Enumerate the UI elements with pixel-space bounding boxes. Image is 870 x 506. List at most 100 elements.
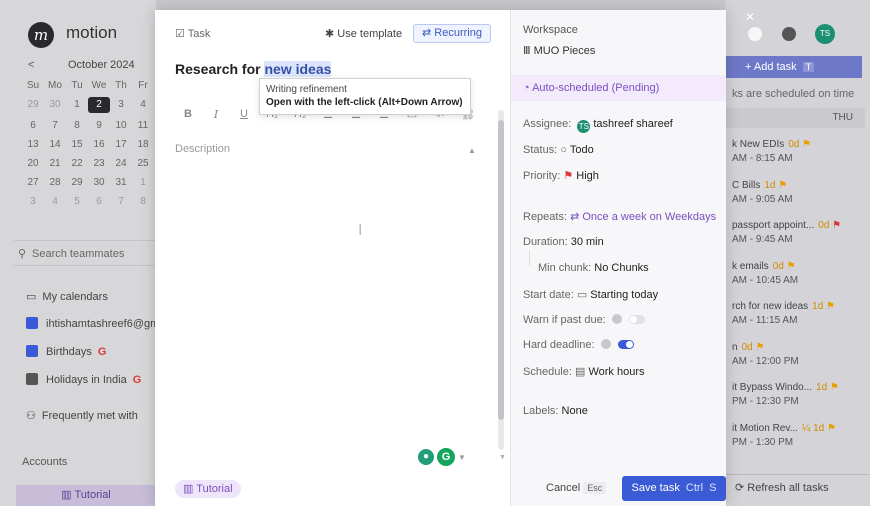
calendar-day[interactable]: 11: [132, 120, 154, 132]
assignee-field[interactable]: Assignee: TS tashreef shareef: [523, 118, 673, 133]
calendar-prev-button[interactable]: <: [28, 59, 34, 71]
calendar-day[interactable]: 4: [44, 196, 66, 208]
user-avatar[interactable]: TS: [815, 24, 835, 44]
calendar-day[interactable]: 7: [110, 196, 132, 208]
accounts-label[interactable]: Accounts: [22, 456, 67, 468]
search-teammates[interactable]: ⚲ Search teammates: [14, 240, 156, 266]
chevron-down-icon[interactable]: ▼: [458, 453, 466, 462]
indent-line: [529, 250, 530, 266]
calendar-day[interactable]: 23: [88, 158, 110, 170]
calendar-day[interactable]: 5: [66, 196, 88, 208]
gear-icon[interactable]: [748, 27, 762, 41]
start-date-field[interactable]: Start date: ▭ Starting today: [523, 288, 658, 301]
calendar-day[interactable]: 10: [110, 120, 132, 132]
calendar-day[interactable]: 14: [44, 139, 66, 151]
grammarly-widget[interactable]: ● G ▼: [418, 448, 466, 466]
status-field[interactable]: Status: ○ Todo: [523, 144, 594, 156]
calendar-day[interactable]: 1: [132, 177, 154, 189]
use-template-button[interactable]: ✱ Use template: [325, 27, 402, 40]
refresh-tasks-button[interactable]: ⟳ Refresh all tasks: [725, 474, 870, 500]
help-icon[interactable]: [600, 339, 611, 349]
calendar-day[interactable]: 30: [44, 99, 66, 111]
calendar-day[interactable]: 29: [66, 177, 88, 189]
calendar-day[interactable]: 9: [88, 120, 110, 132]
bold-icon[interactable]: B: [181, 108, 195, 121]
calendar-item-birthdays[interactable]: Birthdays G: [26, 345, 106, 358]
calendar-day[interactable]: 7: [44, 120, 66, 132]
calendar-item-label: Birthdays: [46, 346, 92, 358]
calendar-item-email[interactable]: ihtishamtashreef6@gm: [26, 317, 159, 330]
calendar-day[interactable]: 4: [132, 99, 154, 111]
auto-scheduled-banner[interactable]: ◔ Auto-scheduled (Pending): [511, 75, 726, 101]
labels-field[interactable]: Labels: None: [523, 405, 588, 417]
calendar-day[interactable]: 22: [66, 158, 88, 170]
save-task-button[interactable]: Save task Ctrl S: [622, 476, 726, 501]
event-item[interactable]: C Bills 1d ⚑ AM - 9:05 AM: [732, 179, 793, 207]
calendar-day[interactable]: 2: [88, 97, 110, 113]
calendar-day[interactable]: 8: [66, 120, 88, 132]
calendar-day[interactable]: 25: [132, 158, 154, 170]
workspace-select[interactable]: Ⅲ MUO Pieces: [523, 44, 595, 57]
calendar-day[interactable]: 8: [132, 196, 154, 208]
min-chunk-field[interactable]: Min chunk: No Chunks: [538, 262, 649, 274]
frequently-met-header[interactable]: ⚇ Frequently met with: [26, 409, 138, 422]
calendar-day[interactable]: 15: [66, 139, 88, 151]
calendar-day[interactable]: 6: [88, 196, 110, 208]
calendar-item-holidays[interactable]: Holidays in India G: [26, 373, 141, 386]
description-input[interactable]: Description: [175, 143, 230, 155]
collapse-icon[interactable]: ▲: [468, 146, 476, 155]
underline-icon[interactable]: U: [237, 108, 251, 121]
calendar-day[interactable]: 16: [88, 139, 110, 151]
grammarly-icon[interactable]: G: [437, 448, 455, 466]
calendar-day[interactable]: 6: [22, 120, 44, 132]
add-task-button[interactable]: + Add task T: [725, 56, 862, 78]
event-item[interactable]: it Motion Rev... ¼ 1d ⚑ PM - 1:30 PM: [732, 422, 836, 450]
editor-scrollbar[interactable]: [498, 110, 504, 450]
event-item[interactable]: k New EDIs 0d ⚑ AM - 8:15 AM: [732, 138, 811, 166]
calendar-day[interactable]: 3: [110, 99, 132, 111]
schedule-field[interactable]: Schedule: ▤ Work hours: [523, 365, 645, 378]
weekday-label: We: [91, 80, 107, 91]
priority-field[interactable]: Priority: ⚑ High: [523, 169, 599, 182]
calendar-day[interactable]: 24: [110, 158, 132, 170]
event-item[interactable]: passport appoint... 0d ⚑ AM - 9:45 AM: [732, 219, 841, 247]
repeats-field[interactable]: Repeats: ⇄ Once a week on Weekdays: [523, 210, 716, 223]
schedule-value: Work hours: [588, 366, 645, 378]
event-duration: ¼ 1d: [801, 422, 825, 434]
calendar-day[interactable]: 29: [22, 99, 44, 111]
cancel-button[interactable]: Cancel Esc: [546, 482, 607, 494]
task-title-input[interactable]: Research for new ideas: [175, 61, 332, 77]
calendar-day[interactable]: 13: [22, 139, 44, 151]
italic-icon[interactable]: I: [209, 108, 223, 121]
tutorial-button-bg[interactable]: ▥ Tutorial: [16, 485, 156, 506]
task-type[interactable]: ☑ Task: [175, 27, 210, 40]
help-icon[interactable]: [782, 27, 796, 41]
calendar-day[interactable]: 31: [110, 177, 132, 189]
calendar-day[interactable]: 18: [132, 139, 154, 151]
event-item[interactable]: k emails 0d ⚑ AM - 10:45 AM: [732, 260, 798, 288]
flag-icon: ⚑: [824, 422, 836, 434]
help-icon[interactable]: [611, 314, 622, 324]
calendar-day[interactable]: 1: [66, 99, 88, 111]
my-calendars-header[interactable]: ▭ My calendars: [26, 290, 108, 303]
event-item[interactable]: n 0d ⚑ AM - 12:00 PM: [732, 341, 799, 369]
warn-toggle[interactable]: [628, 315, 645, 324]
calendar-day[interactable]: 21: [44, 158, 66, 170]
event-item[interactable]: rch for new ideas 1d ⚑ AM - 11:15 AM: [732, 300, 835, 328]
calendar-day[interactable]: 27: [22, 177, 44, 189]
close-icon[interactable]: ✕: [745, 10, 755, 24]
calendar-day[interactable]: 17: [110, 139, 132, 151]
writing-refinement-tooltip: Writing refinement Open with the left-cl…: [259, 78, 471, 115]
scroll-down-icon[interactable]: ▼: [499, 454, 506, 461]
event-item[interactable]: it Bypass Windo... 1d ⚑ PM - 12:30 PM: [732, 381, 839, 409]
hard-deadline-toggle[interactable]: [617, 340, 634, 349]
tutorial-button[interactable]: ▥ Tutorial: [175, 480, 241, 498]
calendar-day[interactable]: 20: [22, 158, 44, 170]
recurring-button[interactable]: ⇄ Recurring: [413, 24, 491, 43]
calendar-day[interactable]: 30: [88, 177, 110, 189]
calendar-day[interactable]: 3: [22, 196, 44, 208]
duration-field[interactable]: Duration: 30 min: [523, 236, 604, 248]
bulb-icon[interactable]: ●: [418, 449, 434, 465]
calendar-day[interactable]: 28: [44, 177, 66, 189]
workspace-value: MUO Pieces: [533, 45, 596, 57]
